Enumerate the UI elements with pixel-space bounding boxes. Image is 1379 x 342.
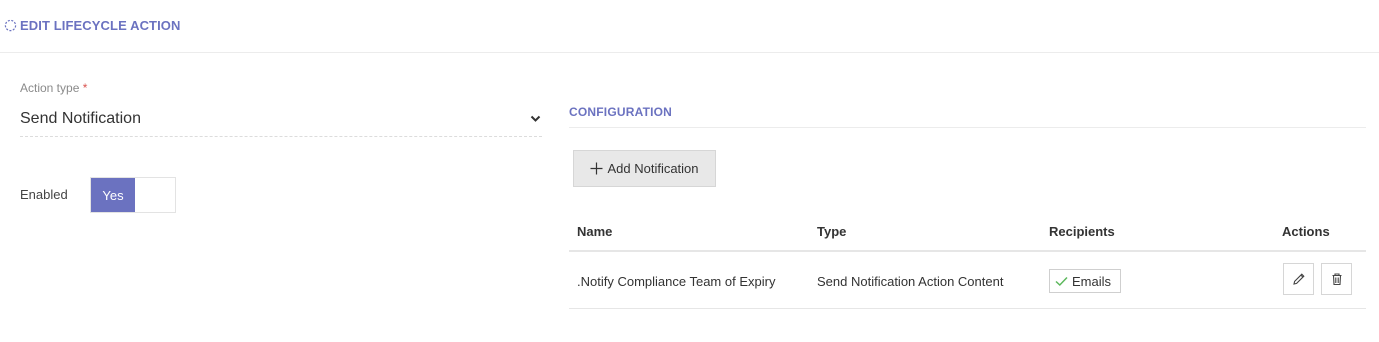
delete-button[interactable] <box>1321 263 1352 295</box>
page-title: EDIT LIFECYCLE ACTION <box>20 18 181 33</box>
toggle-yes[interactable]: Yes <box>91 178 135 212</box>
page-header: EDIT LIFECYCLE ACTION <box>0 0 1379 53</box>
column-header-name[interactable]: Name <box>577 224 612 239</box>
trash-icon <box>1332 273 1341 286</box>
pencil-icon <box>1292 273 1305 285</box>
chevron-down-icon[interactable] <box>530 115 541 123</box>
recipients-label: Emails <box>1072 273 1112 289</box>
add-notification-button[interactable]: Add Notification <box>573 150 716 187</box>
configuration-title: CONFIGURATION <box>569 105 673 119</box>
action-type-label: Action type * <box>20 81 88 95</box>
table-row-divider <box>569 308 1366 309</box>
column-header-actions: Actions <box>1282 224 1330 239</box>
recipients-badge: Emails <box>1049 269 1121 293</box>
column-header-recipients[interactable]: Recipients <box>1049 224 1115 239</box>
column-header-type[interactable]: Type <box>817 224 846 239</box>
action-type-value[interactable]: Send Notification <box>20 110 141 128</box>
refresh-icon <box>4 19 17 32</box>
table-header-divider <box>569 250 1366 252</box>
required-mark: * <box>82 81 88 95</box>
enabled-label: Enabled <box>20 187 68 202</box>
configuration-divider <box>569 127 1366 128</box>
select-underline <box>20 136 542 137</box>
enabled-toggle[interactable]: Yes <box>90 177 176 213</box>
notification-type: Send Notification Action Content <box>817 274 1004 289</box>
check-icon <box>1055 276 1068 286</box>
notification-name: .Notify Compliance Team of Expiry <box>577 274 776 289</box>
edit-button[interactable] <box>1283 263 1314 295</box>
plus-icon <box>590 162 603 175</box>
add-notification-label: Add Notification <box>607 161 699 176</box>
